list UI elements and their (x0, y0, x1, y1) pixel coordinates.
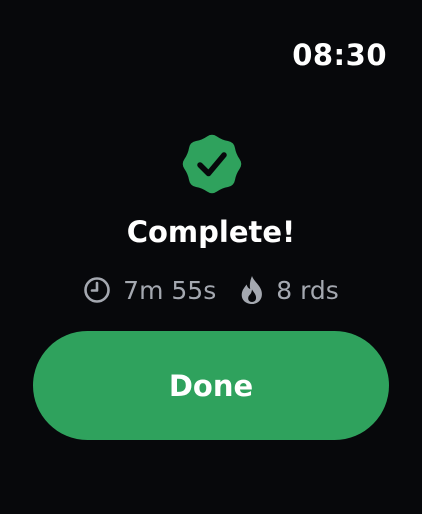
done-button[interactable]: Done (33, 331, 389, 440)
verified-check-badge-icon (182, 134, 242, 194)
duration-value: 7m 55s (123, 275, 217, 305)
duration-stat: 7m 55s (83, 276, 216, 305)
workout-stats: 7m 55s 8 rds (0, 272, 422, 308)
clock-icon (84, 277, 110, 303)
rounds-stat: 8 rds (240, 275, 339, 305)
rounds-value: 8 rds (276, 275, 339, 305)
status-time: 08:30 (292, 38, 387, 72)
flame-icon (241, 276, 263, 304)
completion-title: Complete! (126, 215, 296, 249)
